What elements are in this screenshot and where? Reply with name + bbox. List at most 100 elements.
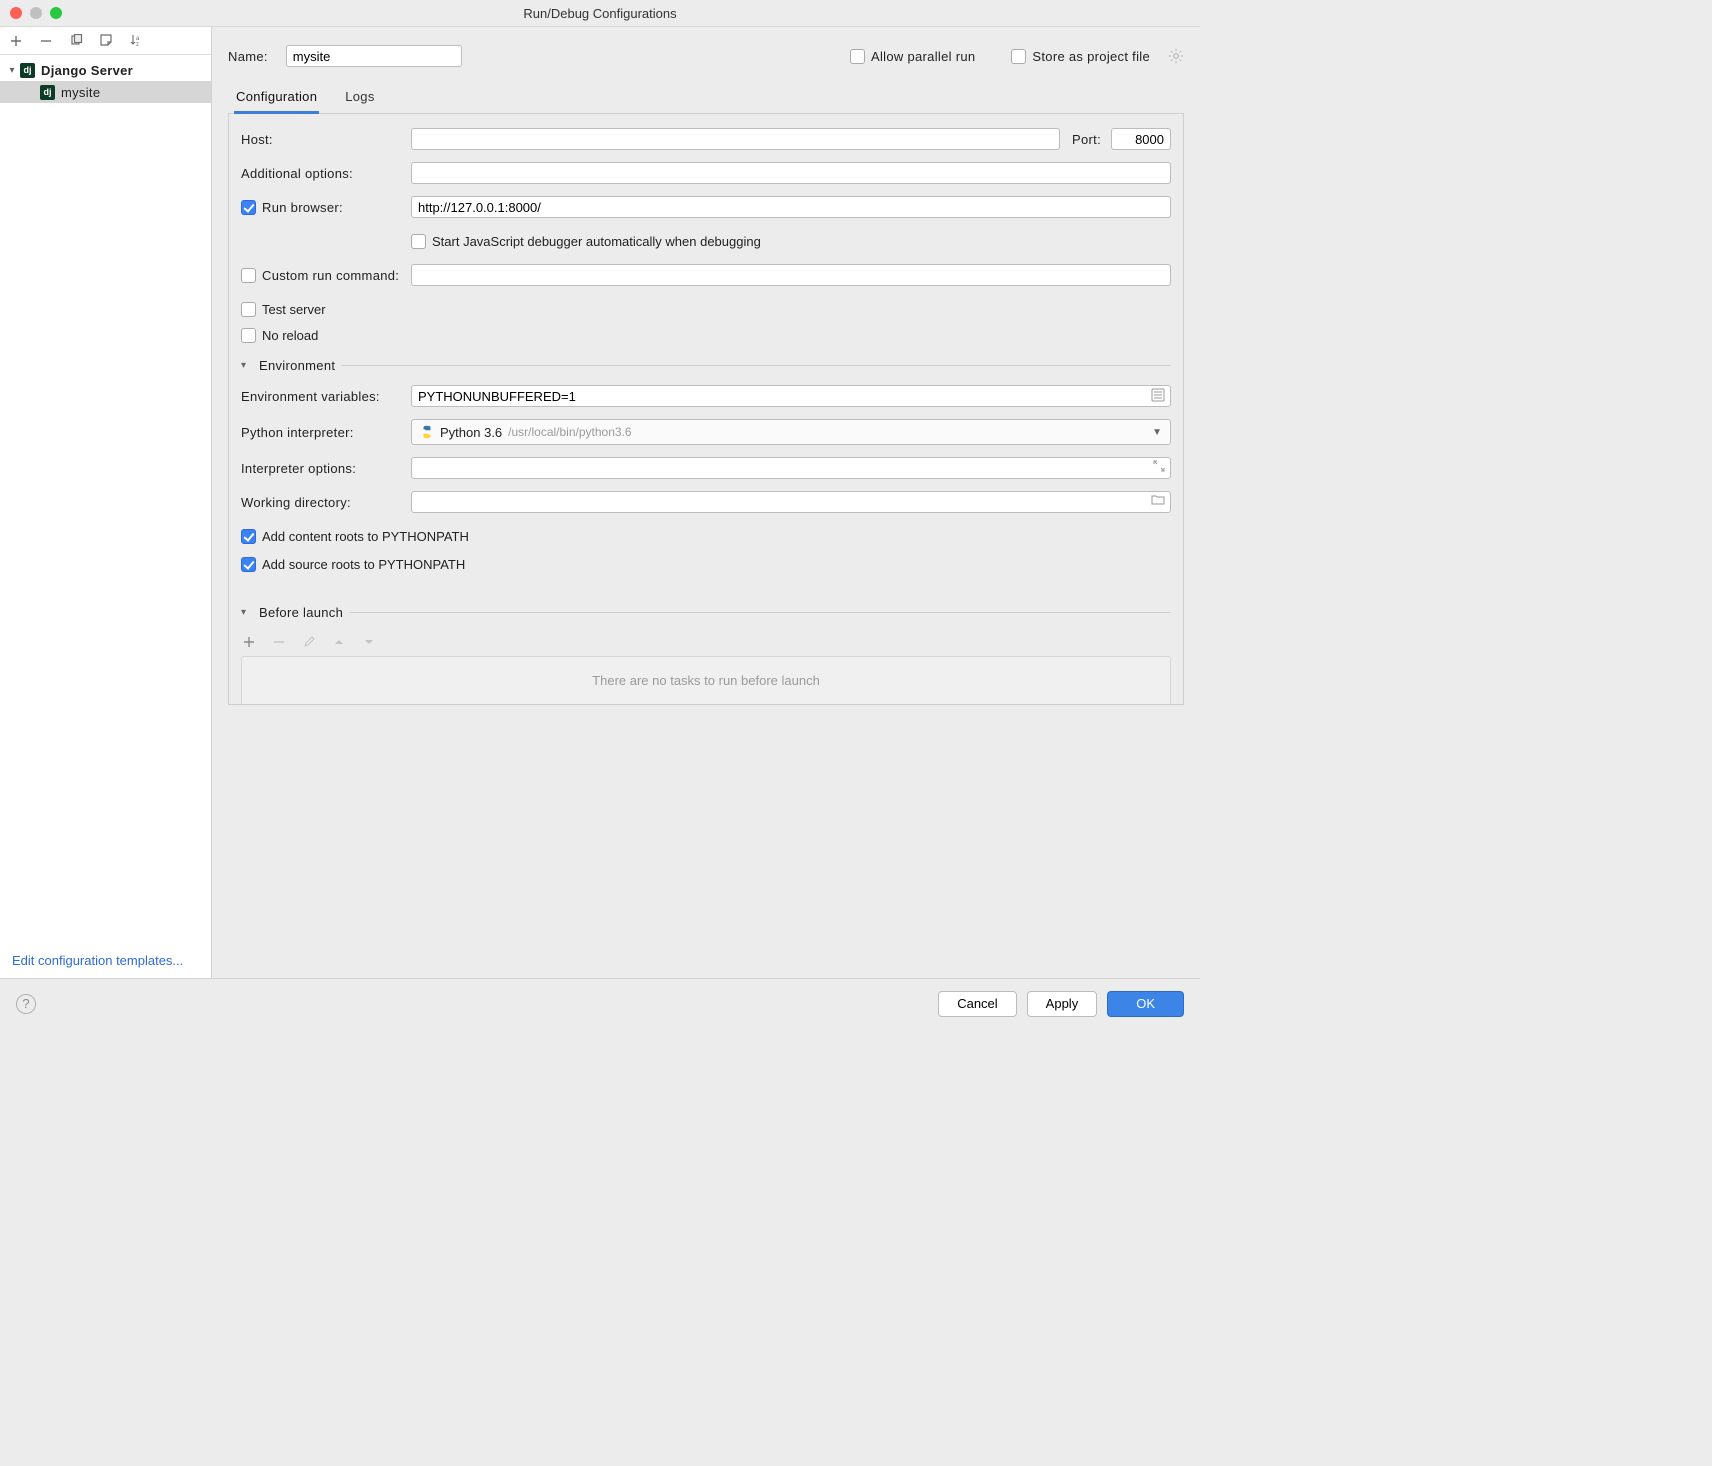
store-project-checkbox[interactable] <box>1011 49 1026 64</box>
gear-icon[interactable] <box>1168 48 1184 64</box>
add-content-roots-row[interactable]: Add content roots to PYTHONPATH <box>241 529 469 544</box>
titlebar: Run/Debug Configurations <box>0 0 1200 27</box>
content: az ▾ dj Django Server dj mysite Edit con… <box>0 27 1200 978</box>
add-content-roots-checkbox[interactable] <box>241 529 256 544</box>
allow-parallel-label: Allow parallel run <box>871 49 975 64</box>
start-js-debugger-label: Start JavaScript debugger automatically … <box>432 234 761 249</box>
django-icon: dj <box>20 63 35 78</box>
port-label: Port: <box>1072 132 1101 147</box>
add-content-roots-label: Add content roots to PYTHONPATH <box>262 529 469 544</box>
host-field[interactable] <box>411 128 1060 150</box>
django-icon: dj <box>40 85 55 100</box>
before-launch-empty: There are no tasks to run before launch <box>241 656 1171 704</box>
expand-icon[interactable] <box>1153 460 1165 472</box>
config-tree: ▾ dj Django Server dj mysite <box>0 55 211 943</box>
no-reload-row[interactable]: No reload <box>241 328 318 343</box>
footer: ? Cancel Apply OK <box>0 978 1200 1028</box>
tree-group-label: Django Server <box>41 63 133 78</box>
store-project-label: Store as project file <box>1032 49 1150 64</box>
python-interpreter-dropdown[interactable]: Python 3.6 /usr/local/bin/python3.6 ▼ <box>411 419 1171 445</box>
env-vars-label: Environment variables: <box>241 389 411 404</box>
python-interpreter-label: Python interpreter: <box>241 425 411 440</box>
python-interpreter-name: Python 3.6 <box>440 425 502 440</box>
bl-down-button <box>361 634 377 650</box>
environment-section-header[interactable]: ▾ Environment <box>241 358 1171 373</box>
working-directory-field[interactable] <box>411 491 1171 513</box>
no-reload-checkbox[interactable] <box>241 328 256 343</box>
start-js-debugger-checkbox[interactable] <box>411 234 426 249</box>
bl-up-button <box>331 634 347 650</box>
chevron-down-icon: ▼ <box>1152 427 1162 438</box>
interpreter-options-field[interactable] <box>411 457 1171 479</box>
help-button[interactable]: ? <box>16 994 36 1014</box>
chevron-down-icon: ▾ <box>6 65 18 76</box>
configuration-panel: Host: Port: Additional options: Run brow… <box>228 114 1184 595</box>
interpreter-options-label: Interpreter options: <box>241 461 411 476</box>
tabs: Configuration Logs <box>228 83 1184 114</box>
environment-section-title: Environment <box>259 358 335 373</box>
run-browser-label: Run browser: <box>262 200 343 215</box>
allow-parallel-checkbox-row[interactable]: Allow parallel run <box>850 49 975 64</box>
add-source-roots-label: Add source roots to PYTHONPATH <box>262 557 465 572</box>
tab-logs[interactable]: Logs <box>343 83 376 113</box>
edit-templates-link[interactable]: Edit configuration templates... <box>0 943 211 978</box>
add-config-button[interactable] <box>8 33 24 49</box>
top-row: Name: Allow parallel run Store as projec… <box>228 45 1184 67</box>
test-server-checkbox[interactable] <box>241 302 256 317</box>
allow-parallel-checkbox[interactable] <box>850 49 865 64</box>
custom-run-command-checkbox[interactable] <box>241 268 256 283</box>
before-launch-empty-text: There are no tasks to run before launch <box>592 673 820 688</box>
add-source-roots-checkbox[interactable] <box>241 557 256 572</box>
tree-item-mysite[interactable]: dj mysite <box>0 81 211 103</box>
save-config-button[interactable] <box>98 33 114 49</box>
custom-run-command-field <box>411 264 1171 286</box>
custom-run-command-row[interactable]: Custom run command: <box>241 268 411 283</box>
port-field[interactable] <box>1111 128 1171 150</box>
working-directory-label: Working directory: <box>241 495 411 510</box>
before-launch-panel: ▾ Before launch There are no tasks to ru… <box>228 595 1184 705</box>
divider <box>341 365 1171 366</box>
divider <box>349 612 1171 613</box>
sidebar: az ▾ dj Django Server dj mysite Edit con… <box>0 27 212 978</box>
main-panel: Name: Allow parallel run Store as projec… <box>212 27 1200 978</box>
start-js-debugger-row[interactable]: Start JavaScript debugger automatically … <box>411 234 1171 249</box>
bl-edit-button <box>301 634 317 650</box>
chevron-down-icon: ▾ <box>241 607 253 618</box>
run-browser-field[interactable] <box>411 196 1171 218</box>
chevron-down-icon: ▾ <box>241 360 253 371</box>
window-title: Run/Debug Configurations <box>0 6 1200 21</box>
run-browser-checkbox[interactable] <box>241 200 256 215</box>
sort-config-button[interactable]: az <box>128 33 144 49</box>
no-reload-label: No reload <box>262 328 318 343</box>
store-project-checkbox-row[interactable]: Store as project file <box>1011 49 1150 64</box>
svg-text:z: z <box>136 42 139 47</box>
additional-options-label: Additional options: <box>241 166 411 181</box>
python-icon <box>420 425 434 439</box>
cancel-button[interactable]: Cancel <box>938 991 1016 1017</box>
tree-item-label: mysite <box>61 85 100 100</box>
before-launch-title: Before launch <box>259 605 343 620</box>
remove-config-button[interactable] <box>38 33 54 49</box>
run-browser-checkbox-row[interactable]: Run browser: <box>241 200 411 215</box>
apply-button[interactable]: Apply <box>1027 991 1098 1017</box>
before-launch-toolbar <box>241 632 1171 656</box>
name-label: Name: <box>228 49 268 64</box>
bl-remove-button <box>271 634 287 650</box>
tab-configuration[interactable]: Configuration <box>234 83 319 114</box>
bl-add-button[interactable] <box>241 634 257 650</box>
copy-config-button[interactable] <box>68 33 84 49</box>
test-server-row[interactable]: Test server <box>241 302 326 317</box>
folder-icon[interactable] <box>1151 494 1165 506</box>
env-vars-field[interactable] <box>411 385 1171 407</box>
tree-group-django-server[interactable]: ▾ dj Django Server <box>0 59 211 81</box>
additional-options-field[interactable] <box>411 162 1171 184</box>
before-launch-header[interactable]: ▾ Before launch <box>241 605 1171 620</box>
host-label: Host: <box>241 132 411 147</box>
add-source-roots-row[interactable]: Add source roots to PYTHONPATH <box>241 557 465 572</box>
list-icon[interactable] <box>1151 388 1165 402</box>
python-interpreter-path: /usr/local/bin/python3.6 <box>508 425 631 439</box>
sidebar-toolbar: az <box>0 27 211 55</box>
ok-button[interactable]: OK <box>1107 991 1184 1017</box>
name-field[interactable] <box>286 45 462 67</box>
test-server-label: Test server <box>262 302 326 317</box>
